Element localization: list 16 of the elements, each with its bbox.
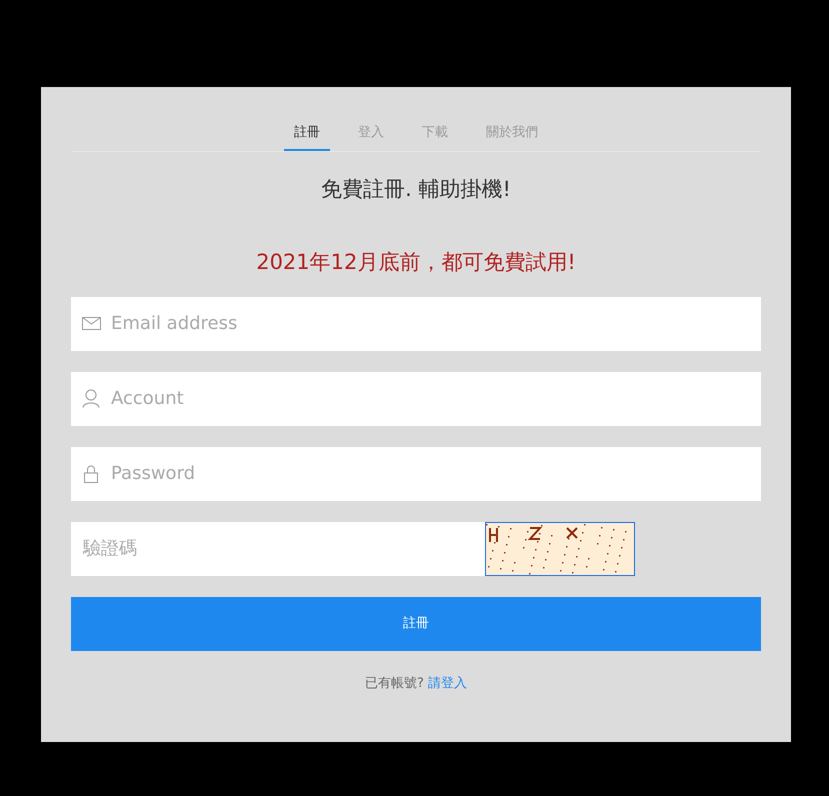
input-field[interactable]: Password [71,446,761,500]
page-heading: 免費註冊. 輔助掛機! [320,176,512,202]
promo-text: 2021年12月底前，都可免費試用! [255,249,577,276]
footer-prompt: 已有帳號? [365,674,424,692]
nav-tab[interactable]: 註冊 [284,123,330,150]
input-field[interactable]: Email address [71,296,761,350]
captcha-field[interactable]: 驗證碼 [71,522,485,576]
user-icon [82,389,100,408]
login-link[interactable]: 請登入 [428,674,467,693]
input-field[interactable]: Account [71,372,761,426]
register-button[interactable]: 註冊 [71,596,761,650]
lock-icon [84,464,98,482]
nav-tab[interactable]: 關於我們 [476,123,548,150]
envelope-icon [82,317,100,330]
nav-tab[interactable]: 登入 [348,123,394,150]
nav-tab[interactable]: 下載 [412,123,458,150]
